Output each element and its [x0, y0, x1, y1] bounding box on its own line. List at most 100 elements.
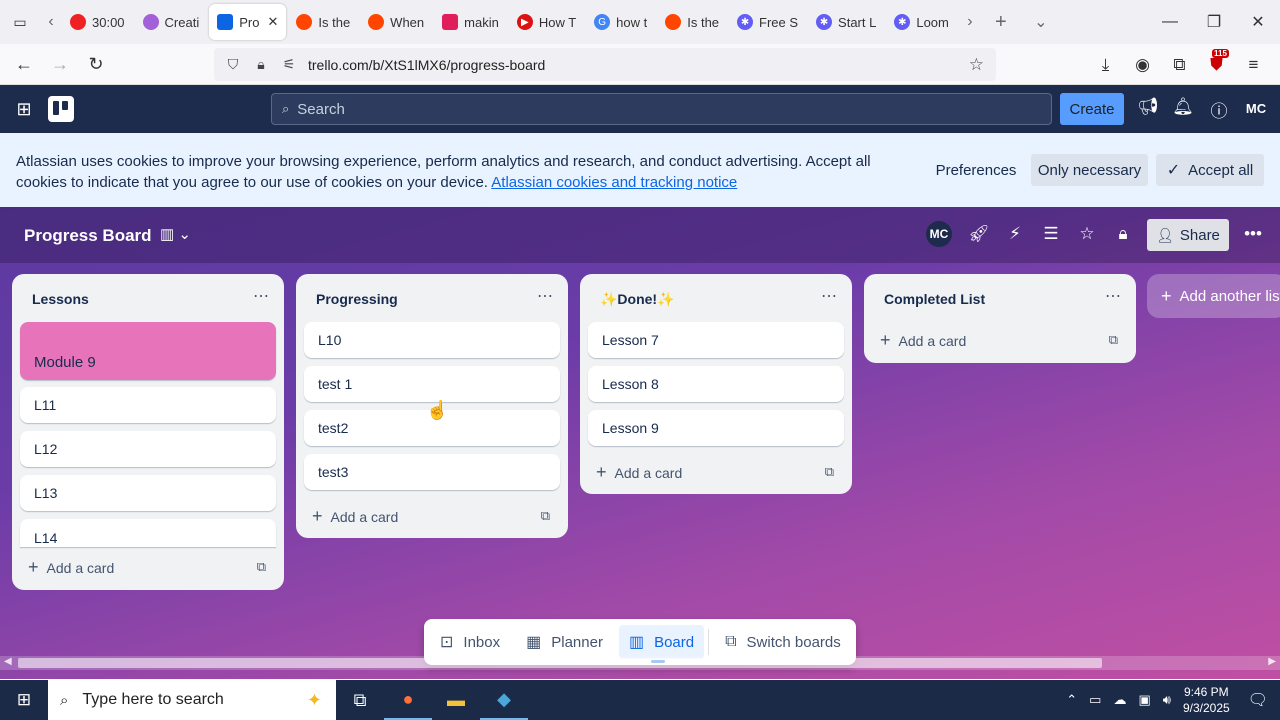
cookie-preferences-button[interactable]: Preferences: [930, 154, 1022, 186]
list-menu-icon[interactable]: ⋯: [253, 286, 270, 306]
browser-tab[interactable]: Ghow t: [586, 4, 655, 40]
card[interactable]: test 1: [304, 366, 560, 402]
menu-icon[interactable]: ≡: [1235, 55, 1272, 75]
list-title[interactable]: Completed List: [884, 291, 985, 307]
card[interactable]: test3: [304, 454, 560, 490]
list-title[interactable]: ✨Done!✨: [600, 291, 675, 308]
bookmark-star-icon[interactable]: ☆: [969, 55, 984, 75]
card[interactable]: Lesson 9: [588, 410, 844, 446]
display-icon[interactable]: ▣: [1138, 692, 1150, 708]
add-card-button[interactable]: + Add a card: [596, 462, 682, 483]
filter-icon[interactable]: ☰: [1038, 224, 1064, 244]
file-explorer-icon[interactable]: ▬: [432, 680, 480, 720]
firefox-icon[interactable]: ●: [384, 680, 432, 720]
lock-icon[interactable]: 🔒︎: [252, 56, 270, 73]
browser-tab[interactable]: Creati: [135, 4, 208, 40]
help-icon[interactable]: ⓘ: [1207, 97, 1231, 122]
account-avatar[interactable]: MC: [1242, 97, 1270, 121]
card[interactable]: L10: [304, 322, 560, 358]
share-button[interactable]: 👤︎ Share: [1147, 219, 1229, 251]
list-menu-icon[interactable]: ⋯: [821, 286, 838, 306]
card[interactable]: Lesson 7: [588, 322, 844, 358]
downloads-icon[interactable]: ⤓: [1087, 55, 1124, 75]
clock[interactable]: 9:46 PM 9/3/2025: [1183, 684, 1230, 716]
search-input[interactable]: ⌕ Search: [271, 93, 1052, 125]
close-tab-icon[interactable]: ✕: [267, 14, 278, 30]
add-card-button[interactable]: + Add a card: [28, 557, 114, 578]
onedrive-icon[interactable]: ☁: [1113, 692, 1126, 708]
board-member-avatar[interactable]: MC: [926, 221, 952, 247]
card[interactable]: L14: [20, 519, 276, 547]
back-icon[interactable]: ←: [6, 46, 42, 82]
browser-tab-active[interactable]: Pro ✕: [209, 4, 287, 40]
task-view-icon[interactable]: ⧉: [336, 680, 384, 720]
tab-scroll-left-icon[interactable]: ‹: [40, 0, 62, 44]
board-tab[interactable]: ▥ Board: [618, 625, 705, 663]
trello-logo-icon[interactable]: [48, 96, 74, 122]
site-permissions-icon[interactable]: ⚟: [280, 56, 298, 73]
browser-tab[interactable]: 30:00: [62, 4, 133, 40]
volume-icon[interactable]: 🔊︎: [1163, 692, 1171, 708]
reload-icon[interactable]: ↻: [78, 46, 114, 82]
add-card-button[interactable]: + Add a card: [312, 506, 398, 527]
new-tab-icon[interactable]: +: [981, 0, 1021, 44]
card[interactable]: L11: [20, 387, 276, 423]
extension-shield-icon[interactable]: ⛊ 115: [1198, 48, 1235, 75]
minimize-icon[interactable]: —: [1148, 13, 1192, 31]
browser-tab[interactable]: Is the: [288, 4, 358, 40]
url-bar[interactable]: ⛉ 🔒︎ ⚟ trello.com/b/XtS1lMX6/progress-bo…: [214, 48, 996, 81]
board-title[interactable]: Progress Board: [24, 226, 152, 246]
scrollbar-thumb[interactable]: [18, 658, 1102, 668]
power-ups-rocket-icon[interactable]: 🚀︎: [966, 224, 992, 244]
board-view-switcher[interactable]: ▥ ⌄: [160, 225, 191, 243]
visibility-lock-icon[interactable]: 🔒︎: [1110, 224, 1136, 244]
add-card-button[interactable]: + Add a card: [880, 330, 966, 351]
notifications-icon[interactable]: 🗨︎: [1248, 690, 1268, 710]
switch-boards-tab[interactable]: ⧉ Switch boards: [715, 625, 851, 659]
megaphone-icon[interactable]: 📢︎: [1136, 97, 1160, 117]
horizontal-scrollbar[interactable]: ◀ ▶: [0, 656, 1280, 670]
browser-tab[interactable]: ✱ Free S: [729, 4, 806, 40]
accept-all-button[interactable]: ✓ Accept all: [1156, 154, 1264, 186]
card[interactable]: L12: [20, 431, 276, 467]
more-menu-icon[interactable]: •••: [1240, 224, 1266, 244]
add-list-button[interactable]: + Add another list: [1147, 274, 1280, 318]
app-switcher-icon[interactable]: ⊞: [0, 99, 48, 120]
card-template-icon[interactable]: ⧉: [825, 464, 834, 480]
browser-tab[interactable]: makin: [434, 4, 507, 40]
list-menu-icon[interactable]: ⋯: [537, 286, 554, 306]
inbox-tab[interactable]: ⊡ Inbox: [430, 625, 510, 659]
browser-tab[interactable]: ✱ Loom: [886, 4, 957, 40]
scroll-right-arrow-icon[interactable]: ▶: [1268, 656, 1276, 667]
card-template-icon[interactable]: ⧉: [541, 508, 550, 524]
card[interactable]: L13: [20, 475, 276, 511]
star-board-icon[interactable]: ☆: [1074, 224, 1100, 244]
only-necessary-button[interactable]: Only necessary: [1031, 154, 1148, 186]
planner-tab[interactable]: ▦ Planner: [516, 625, 613, 659]
forward-icon[interactable]: →: [42, 46, 78, 82]
create-button[interactable]: Create: [1060, 93, 1124, 125]
game-app-icon[interactable]: ◆: [480, 680, 528, 720]
list-title[interactable]: Progressing: [316, 291, 398, 307]
cookie-notice-link[interactable]: Atlassian cookies and tracking notice: [491, 174, 737, 191]
shield-icon[interactable]: ⛉: [224, 56, 242, 73]
card[interactable]: Module 9: [20, 322, 276, 380]
taskbar-search-input[interactable]: ⌕ Type here to search ✦: [48, 680, 336, 720]
browser-tab[interactable]: ▶ How T: [509, 4, 584, 40]
tab-scroll-right-icon[interactable]: ›: [959, 0, 981, 44]
card[interactable]: Lesson 8: [588, 366, 844, 402]
url-text[interactable]: trello.com/b/XtS1lMX6/progress-board: [308, 57, 545, 73]
notifications-bell-icon[interactable]: 🔔︎: [1171, 97, 1195, 117]
automation-lightning-icon[interactable]: ⚡︎: [1002, 224, 1028, 244]
scroll-left-arrow-icon[interactable]: ◀: [4, 656, 12, 667]
account-icon[interactable]: ◉: [1124, 55, 1161, 75]
card-template-icon[interactable]: ⧉: [1109, 332, 1118, 348]
tab-list-icon[interactable]: ▭: [0, 0, 40, 44]
browser-tab[interactable]: Is the: [657, 4, 727, 40]
close-window-icon[interactable]: ✕: [1236, 12, 1280, 32]
list-title[interactable]: Lessons: [32, 291, 89, 307]
list-all-tabs-icon[interactable]: ⌄: [1021, 0, 1061, 44]
card-template-icon[interactable]: ⧉: [257, 559, 266, 575]
list-menu-icon[interactable]: ⋯: [1105, 286, 1122, 306]
browser-tab[interactable]: When: [360, 4, 432, 40]
